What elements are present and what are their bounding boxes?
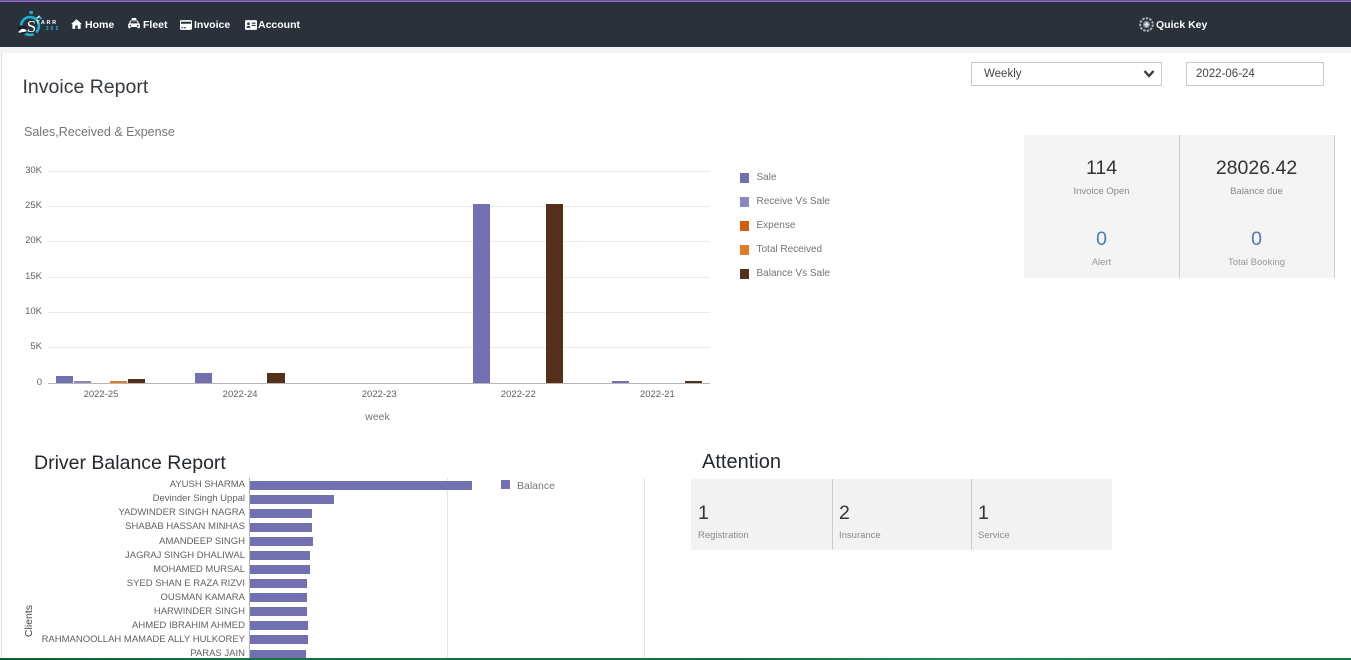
svg-text:S: S [27,17,36,36]
svg-text:365: 365 [46,26,61,32]
